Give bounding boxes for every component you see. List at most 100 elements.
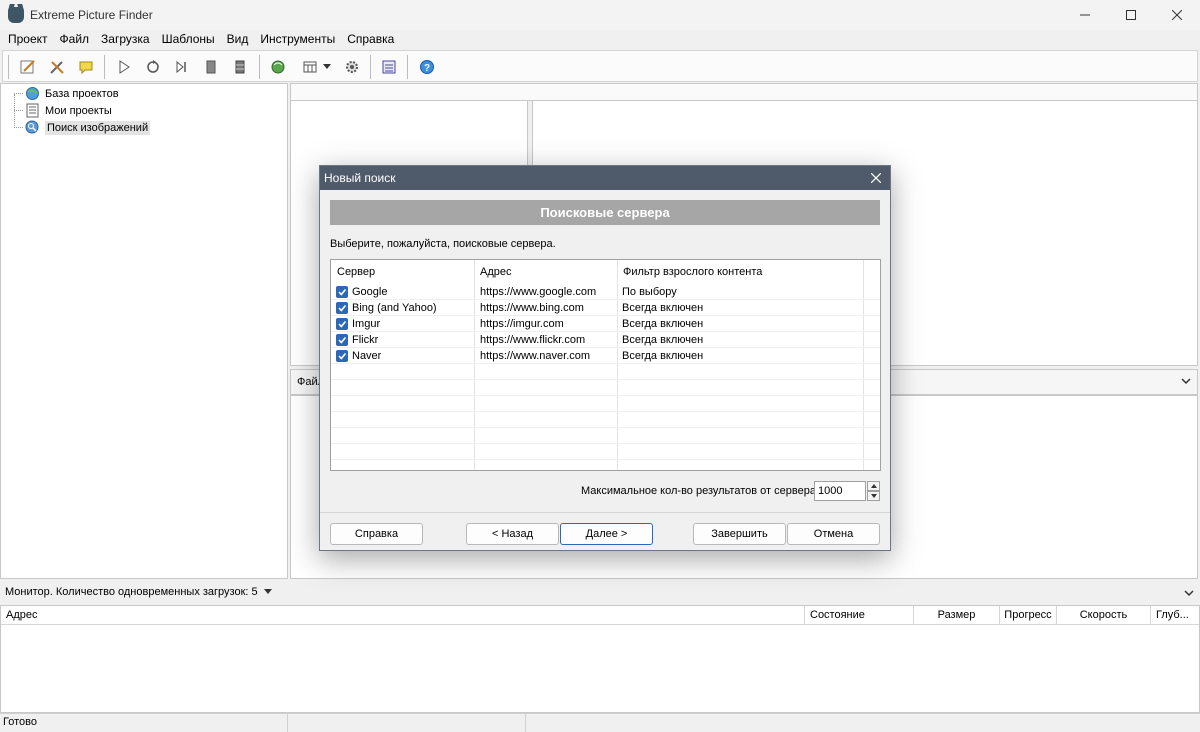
- edit-project-icon[interactable]: [17, 56, 39, 78]
- status-cell: [288, 714, 526, 732]
- app-logo-icon: [8, 7, 24, 23]
- server-checkbox[interactable]: [336, 318, 348, 330]
- max-results-label: Максимальное кол-во результатов от серве…: [581, 485, 816, 497]
- view-dropdown-chevron-icon[interactable]: [321, 56, 333, 78]
- server-name: Google: [352, 286, 388, 298]
- empty-row: [331, 428, 880, 444]
- menu-download[interactable]: Загрузка: [95, 30, 156, 49]
- server-name: Bing (and Yahoo): [352, 302, 437, 314]
- tree-item-project-base[interactable]: База проектов: [25, 85, 119, 102]
- menu-file[interactable]: Файл: [54, 30, 96, 49]
- toolbar-separator: [370, 55, 371, 79]
- play-icon[interactable]: [113, 56, 135, 78]
- column-header-state[interactable]: Состояние: [805, 606, 914, 625]
- tree-connector: [14, 94, 15, 128]
- downloads-table-header: Адрес Состояние Размер Прогресс Скорость…: [1, 606, 1199, 625]
- monitor-label[interactable]: Монитор. Количество одновременных загруз…: [5, 586, 258, 598]
- window-title: Extreme Picture Finder: [30, 8, 153, 22]
- tools-icon[interactable]: [46, 56, 68, 78]
- toolbar-separator: [8, 55, 9, 79]
- column-header-progress[interactable]: Прогресс: [1000, 606, 1057, 625]
- server-checkbox[interactable]: [336, 334, 348, 346]
- server-row-google[interactable]: Google https://www.google.com По выбору: [331, 284, 880, 300]
- help-icon[interactable]: ?: [416, 56, 438, 78]
- column-header-size[interactable]: Размер: [914, 606, 1000, 625]
- new-search-dialog: Новый поиск Поисковые сервера Выберите, …: [319, 165, 891, 551]
- column-header-address[interactable]: Адрес: [1, 606, 805, 625]
- minimize-button[interactable]: [1062, 0, 1108, 30]
- dialog-title-bar: Новый поиск: [320, 166, 890, 190]
- comment-icon[interactable]: [75, 56, 97, 78]
- finish-button[interactable]: Завершить: [693, 523, 786, 545]
- step-icon[interactable]: [171, 56, 193, 78]
- column-header-address[interactable]: Адрес: [474, 260, 512, 284]
- menu-project[interactable]: Проект: [2, 30, 54, 49]
- server-checkbox[interactable]: [336, 286, 348, 298]
- tree-item-label: Мои проекты: [45, 104, 112, 117]
- max-results-input[interactable]: 1000: [814, 481, 866, 501]
- empty-row: [331, 396, 880, 412]
- chevron-down-icon[interactable]: [1184, 588, 1194, 600]
- menu-templates[interactable]: Шаблоны: [156, 30, 221, 49]
- server-row-flickr[interactable]: Flickr https://www.flickr.com Всегда вкл…: [331, 332, 880, 348]
- column-header-adult-filter[interactable]: Фильтр взрослого контента: [617, 260, 762, 284]
- server-address: https://www.flickr.com: [480, 334, 586, 346]
- server-filter: Всегда включен: [622, 334, 704, 346]
- help-button[interactable]: Справка: [330, 523, 423, 545]
- tree-item-label: База проектов: [45, 87, 119, 100]
- close-window-button[interactable]: [1154, 0, 1200, 30]
- server-checkbox[interactable]: [336, 350, 348, 362]
- toolbar-separator: [407, 55, 408, 79]
- tree-connector: [14, 127, 23, 128]
- column-header-depth[interactable]: Глуб...: [1151, 606, 1199, 625]
- spinner-down-icon[interactable]: [867, 491, 880, 501]
- view-grid-icon[interactable]: [299, 56, 321, 78]
- back-button[interactable]: < Назад: [466, 523, 559, 545]
- cancel-button[interactable]: Отмена: [787, 523, 880, 545]
- tree-connector: [14, 110, 23, 111]
- settings-gear-icon[interactable]: [341, 56, 363, 78]
- spinner-up-icon[interactable]: [867, 481, 880, 491]
- monitor-bar: Монитор. Количество одновременных загруз…: [0, 581, 1200, 603]
- refresh-icon[interactable]: [142, 56, 164, 78]
- empty-row: [331, 380, 880, 396]
- server-filter: Всегда включен: [622, 318, 704, 330]
- web-download-icon[interactable]: [267, 56, 289, 78]
- server-row-naver[interactable]: Naver https://www.naver.com Всегда включ…: [331, 348, 880, 364]
- menu-help[interactable]: Справка: [341, 30, 400, 49]
- monitor-dropdown-icon[interactable]: [263, 586, 272, 598]
- server-checkbox[interactable]: [336, 302, 348, 314]
- schedule-list-icon[interactable]: [378, 56, 400, 78]
- tree-item-image-search[interactable]: Поиск изображений: [25, 119, 151, 136]
- globe-database-icon: [25, 86, 40, 101]
- server-filter: Всегда включен: [622, 350, 704, 362]
- dialog-title: Новый поиск: [324, 171, 396, 185]
- server-name: Naver: [352, 350, 382, 362]
- menu-view[interactable]: Вид: [221, 30, 255, 49]
- max-results-spinner: [867, 481, 880, 501]
- server-row-imgur[interactable]: Imgur https://imgur.com Всегда включен: [331, 316, 880, 332]
- server-filter: Всегда включен: [622, 302, 704, 314]
- tree-item-my-projects[interactable]: Мои проекты: [25, 102, 112, 119]
- column-header-server[interactable]: Сервер: [331, 260, 375, 284]
- servers-table: Сервер Адрес Фильтр взрослого контента G…: [330, 259, 881, 471]
- filmstrip-icon[interactable]: [229, 56, 251, 78]
- menu-bar: Проект Файл Загрузка Шаблоны Вид Инструм…: [0, 30, 1200, 49]
- menu-tools[interactable]: Инструменты: [254, 30, 341, 49]
- tree-connector: [14, 93, 23, 94]
- chevron-down-icon[interactable]: [1181, 376, 1191, 388]
- maximize-button[interactable]: [1108, 0, 1154, 30]
- toolbar: ?: [2, 50, 1198, 82]
- title-bar: Extreme Picture Finder: [0, 0, 1200, 30]
- server-row-bing[interactable]: Bing (and Yahoo) https://www.bing.com Вс…: [331, 300, 880, 316]
- empty-row: [331, 412, 880, 428]
- empty-row: [331, 364, 880, 380]
- next-button[interactable]: Далее >: [560, 523, 653, 545]
- server-address: https://www.bing.com: [480, 302, 584, 314]
- dialog-prompt: Выберите, пожалуйста, поисковые сервера.: [330, 238, 556, 250]
- stack-icon[interactable]: [200, 56, 222, 78]
- downloads-table: Адрес Состояние Размер Прогресс Скорость…: [0, 605, 1200, 713]
- dialog-close-icon[interactable]: [862, 166, 890, 190]
- project-tree: База проектов Мои проекты Поиск изображе…: [0, 83, 288, 579]
- column-header-speed[interactable]: Скорость: [1057, 606, 1151, 625]
